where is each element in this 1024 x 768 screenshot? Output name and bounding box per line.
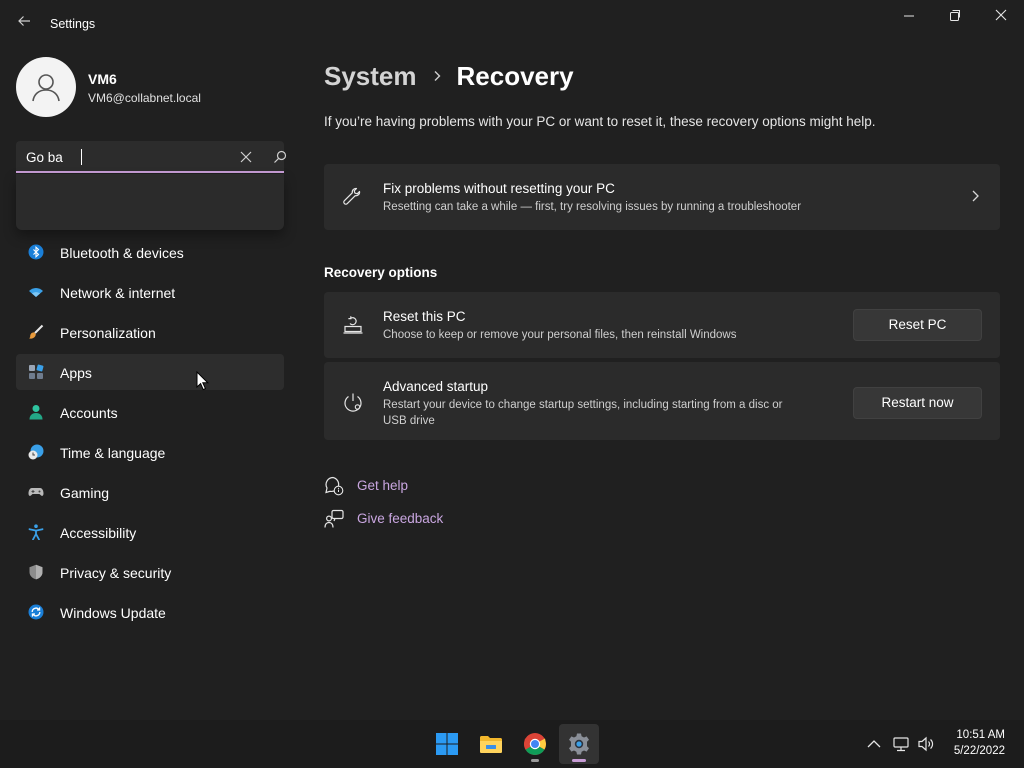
sidebar-item-accounts[interactable]: Accounts: [16, 394, 284, 430]
back-arrow-icon: [18, 16, 30, 26]
avatar[interactable]: [16, 57, 76, 117]
search-box[interactable]: [16, 141, 287, 173]
taskbar: [0, 720, 1024, 768]
sidebar-item-label: Gaming: [60, 485, 110, 501]
wifi-icon: [29, 288, 43, 297]
search-icon: [274, 150, 287, 163]
give-feedback-label[interactable]: Give feedback: [357, 511, 443, 526]
maximize-button[interactable]: [932, 6, 978, 28]
search-button[interactable]: [272, 149, 288, 165]
chrome-icon: [524, 733, 546, 755]
wrench-icon: [343, 187, 361, 205]
sidebar-item-accessibility[interactable]: Accessibility: [16, 514, 284, 550]
reset-pc-card: Reset this PC Choose to keep or remove y…: [324, 292, 1000, 358]
search-suggestions-panel: [16, 174, 284, 230]
sidebar-item-apps[interactable]: Apps: [16, 354, 284, 390]
sidebar-item-network-internet[interactable]: Network & internet: [16, 274, 284, 310]
app-title: Settings: [50, 17, 96, 31]
reset-pc-description: Choose to keep or remove your personal f…: [383, 329, 737, 341]
back-button[interactable]: [14, 14, 34, 34]
feedback-icon: [324, 509, 344, 528]
fix-problems-title: Fix problems without resetting your PC: [383, 181, 615, 196]
sidebar-item-label: Privacy & security: [60, 565, 172, 581]
advanced-startup-description-cont: USB drive: [383, 415, 435, 427]
chevron-right-icon: [434, 71, 440, 81]
clock-date[interactable]: 5/22/2022: [944, 745, 1005, 757]
page-description: If you’re having problems with your PC o…: [324, 114, 876, 129]
clock-globe-icon: [28, 444, 44, 460]
fix-problems-card[interactable]: Fix problems without resetting your PC R…: [324, 164, 1000, 230]
taskbar-chrome[interactable]: [515, 724, 555, 764]
get-help-label[interactable]: Get help: [357, 478, 408, 493]
sidebar-item-windows-update[interactable]: Windows Update: [16, 594, 284, 630]
restart-now-button[interactable]: Restart now: [853, 387, 982, 419]
close-icon: [995, 9, 1007, 21]
advanced-startup-icon: [344, 393, 362, 412]
advanced-startup-title: Advanced startup: [383, 379, 489, 394]
sync-icon: [28, 604, 44, 620]
minimize-button[interactable]: [886, 6, 932, 28]
title-bar: Settings: [0, 0, 1024, 48]
sidebar-item-label: Personalization: [60, 325, 156, 341]
chevron-up-icon[interactable]: [865, 735, 883, 753]
running-indicator: [531, 759, 539, 762]
reset-pc-title: Reset this PC: [383, 309, 466, 324]
clear-search-button[interactable]: [238, 149, 254, 165]
sidebar-item-label: Time & language: [60, 445, 166, 461]
sidebar-item-label: Apps: [60, 365, 92, 381]
network-icon[interactable]: [892, 735, 910, 753]
sidebar-item-time-language[interactable]: Time & language: [16, 434, 284, 470]
help-chat-icon: [325, 476, 344, 496]
windows-start-icon: [436, 733, 458, 755]
clock-time[interactable]: 10:51 AM: [950, 729, 1005, 741]
sidebar-item-label: Network & internet: [60, 285, 176, 301]
advanced-startup-description: Restart your device to change startup se…: [383, 399, 783, 411]
advanced-startup-card: Advanced startup Restart your device to …: [324, 362, 1000, 440]
person-icon: [29, 405, 43, 420]
minimize-icon: [904, 15, 914, 17]
taskbar-file-explorer[interactable]: [471, 724, 511, 764]
text-caret: [81, 149, 82, 165]
volume-icon[interactable]: [917, 735, 935, 753]
sidebar-item-privacy-security[interactable]: Privacy & security: [16, 554, 284, 590]
recovery-options-heading: Recovery options: [324, 265, 438, 280]
sidebar-item-label: Windows Update: [60, 605, 166, 621]
breadcrumb-system-link[interactable]: System: [324, 61, 417, 92]
user-avatar-icon: [32, 74, 60, 102]
gamepad-icon: [28, 488, 44, 496]
restore-icon: [950, 10, 960, 21]
give-feedback-link[interactable]: Give feedback: [324, 508, 443, 530]
search-input[interactable]: [26, 148, 216, 166]
user-email: VM6@collabnet.local: [88, 91, 201, 105]
reset-pc-button[interactable]: Reset PC: [853, 309, 982, 341]
sidebar-nav: Bluetooth & devices Network & internet P…: [16, 234, 284, 634]
mouse-cursor-icon: [196, 371, 210, 391]
shield-icon: [29, 564, 43, 580]
sidebar-item-personalization[interactable]: Personalization: [16, 314, 284, 350]
sidebar-item-label: Accessibility: [60, 525, 137, 541]
get-help-link[interactable]: Get help: [324, 475, 408, 497]
taskbar-settings[interactable]: [559, 724, 599, 764]
sidebar-item-label: Accounts: [60, 405, 118, 421]
start-button[interactable]: [427, 724, 467, 764]
file-explorer-icon: [480, 736, 502, 753]
accessibility-icon: [28, 524, 44, 540]
breadcrumb: System Recovery: [324, 58, 574, 94]
active-indicator: [572, 759, 586, 762]
settings-gear-icon: [569, 733, 589, 755]
sidebar-item-bluetooth-devices[interactable]: Bluetooth & devices: [16, 234, 284, 270]
bluetooth-icon: [28, 244, 44, 260]
close-icon: [240, 151, 252, 163]
user-name: VM6: [88, 71, 117, 87]
page-title: Recovery: [456, 60, 574, 91]
chevron-right-icon: [972, 190, 979, 202]
fix-problems-description: Resetting can take a while — first, try …: [383, 201, 802, 213]
apps-icon: [29, 364, 44, 379]
brush-icon: [29, 324, 44, 339]
close-button[interactable]: [978, 6, 1024, 28]
sidebar-item-gaming[interactable]: Gaming: [16, 474, 284, 510]
reset-pc-icon: [343, 316, 363, 334]
sidebar-item-label: Bluetooth & devices: [60, 245, 184, 261]
